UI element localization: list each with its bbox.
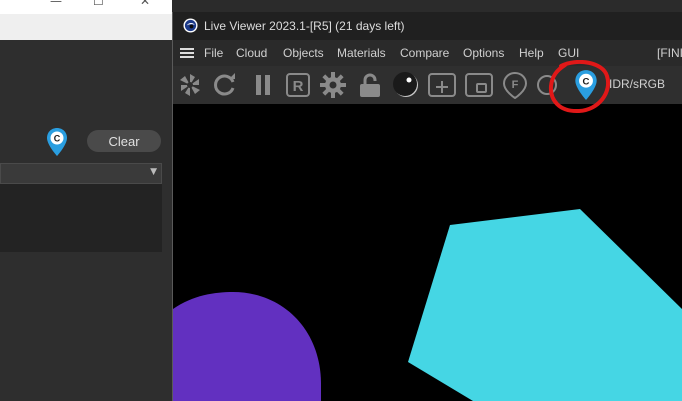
menu-objects[interactable]: Objects (283, 46, 324, 60)
render-viewport[interactable] (173, 104, 682, 401)
pause-icon[interactable] (249, 71, 277, 99)
window-title: Live Viewer 2023.1-[R5] (21 days left) (204, 19, 405, 33)
focus-letter: F (512, 79, 519, 91)
chevron-down-icon: ▼ (150, 167, 157, 177)
background-window-titlebar: — ☐ ✕ (0, 0, 172, 14)
background-window: — ☐ ✕ C Clear ▼ (0, 0, 172, 401)
gear-icon[interactable] (319, 71, 347, 99)
region-r-icon[interactable]: R (284, 71, 312, 99)
lens-icon[interactable] (176, 71, 204, 99)
location-pin-icon[interactable]: C (46, 127, 68, 157)
menu-cloud[interactable]: Cloud (236, 46, 267, 60)
red-annotation-circle (548, 60, 611, 114)
minimize-button[interactable]: — (50, 0, 62, 8)
hamburger-menu-icon[interactable] (180, 48, 194, 58)
clear-button[interactable]: Clear (87, 130, 161, 152)
refresh-icon[interactable] (211, 71, 239, 99)
menu-help[interactable]: Help (519, 46, 544, 60)
render-scene (173, 209, 682, 401)
maximize-button[interactable]: ☐ (93, 0, 104, 8)
live-viewer-titlebar: Live Viewer 2023.1-[R5] (21 days left) (173, 12, 682, 40)
menu-file[interactable]: File (204, 46, 223, 60)
menu-materials[interactable]: Materials (337, 46, 386, 60)
region-letter: R (293, 78, 304, 95)
focus-f-icon[interactable]: F (501, 71, 529, 99)
menu-options[interactable]: Options (463, 46, 504, 60)
list-area[interactable] (0, 184, 162, 252)
dropdown-select[interactable]: ▼ (0, 163, 162, 184)
status-finish: [FINIS (657, 46, 682, 60)
cyan-hexagon (408, 209, 682, 401)
add-icon[interactable] (428, 71, 456, 99)
fit-icon[interactable] (465, 71, 493, 99)
lock-icon[interactable] (356, 71, 384, 99)
menu-compare[interactable]: Compare (400, 46, 449, 60)
purple-circle (173, 292, 321, 401)
menu-gui[interactable]: GUI (558, 46, 579, 60)
pin-letter: C (54, 134, 61, 144)
app-logo-icon (183, 18, 198, 33)
sphere-icon[interactable] (392, 71, 420, 99)
background-window-strip (0, 14, 172, 40)
color-space-label[interactable]: IDR/sRGB (609, 77, 665, 91)
close-button[interactable]: ✕ (140, 0, 150, 8)
